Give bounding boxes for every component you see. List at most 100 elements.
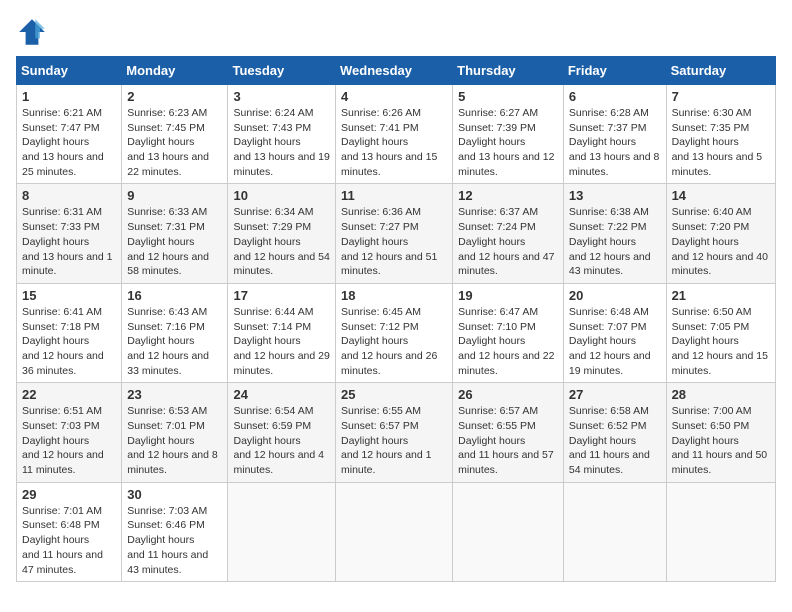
calendar-cell: 4 Sunrise: 6:26 AM Sunset: 7:41 PM Dayli… [336,85,453,184]
calendar-cell: 1 Sunrise: 6:21 AM Sunset: 7:47 PM Dayli… [17,85,122,184]
day-info: Sunrise: 6:40 AM Sunset: 7:20 PM Dayligh… [672,205,770,278]
day-number: 22 [22,387,116,402]
day-number: 29 [22,487,116,502]
calendar-cell: 9 Sunrise: 6:33 AM Sunset: 7:31 PM Dayli… [122,184,228,283]
logo-icon [16,16,48,48]
day-info: Sunrise: 6:45 AM Sunset: 7:12 PM Dayligh… [341,305,447,378]
calendar-cell: 13 Sunrise: 6:38 AM Sunset: 7:22 PM Dayl… [563,184,666,283]
dow-friday: Friday [563,57,666,85]
day-info: Sunrise: 6:33 AM Sunset: 7:31 PM Dayligh… [127,205,222,278]
week-row-1: 1 Sunrise: 6:21 AM Sunset: 7:47 PM Dayli… [17,85,776,184]
day-number: 1 [22,89,116,104]
calendar-cell: 19 Sunrise: 6:47 AM Sunset: 7:10 PM Dayl… [453,283,564,382]
calendar-cell: 24 Sunrise: 6:54 AM Sunset: 6:59 PM Dayl… [228,383,336,482]
calendar-cell: 26 Sunrise: 6:57 AM Sunset: 6:55 PM Dayl… [453,383,564,482]
calendar-cell: 27 Sunrise: 6:58 AM Sunset: 6:52 PM Dayl… [563,383,666,482]
page-header [16,16,776,48]
day-info: Sunrise: 6:28 AM Sunset: 7:37 PM Dayligh… [569,106,661,179]
day-info: Sunrise: 6:31 AM Sunset: 7:33 PM Dayligh… [22,205,116,278]
day-number: 20 [569,288,661,303]
day-number: 25 [341,387,447,402]
calendar-cell: 25 Sunrise: 6:55 AM Sunset: 6:57 PM Dayl… [336,383,453,482]
dow-wednesday: Wednesday [336,57,453,85]
day-number: 10 [233,188,330,203]
day-number: 4 [341,89,447,104]
calendar-cell [453,482,564,581]
day-info: Sunrise: 6:51 AM Sunset: 7:03 PM Dayligh… [22,404,116,477]
day-number: 6 [569,89,661,104]
day-number: 27 [569,387,661,402]
calendar-cell: 15 Sunrise: 6:41 AM Sunset: 7:18 PM Dayl… [17,283,122,382]
week-row-5: 29 Sunrise: 7:01 AM Sunset: 6:48 PM Dayl… [17,482,776,581]
day-number: 13 [569,188,661,203]
day-info: Sunrise: 6:21 AM Sunset: 7:47 PM Dayligh… [22,106,116,179]
day-number: 26 [458,387,558,402]
day-number: 9 [127,188,222,203]
calendar-cell: 5 Sunrise: 6:27 AM Sunset: 7:39 PM Dayli… [453,85,564,184]
day-info: Sunrise: 6:44 AM Sunset: 7:14 PM Dayligh… [233,305,330,378]
calendar-cell: 18 Sunrise: 6:45 AM Sunset: 7:12 PM Dayl… [336,283,453,382]
dow-sunday: Sunday [17,57,122,85]
calendar-cell: 2 Sunrise: 6:23 AM Sunset: 7:45 PM Dayli… [122,85,228,184]
calendar-cell: 7 Sunrise: 6:30 AM Sunset: 7:35 PM Dayli… [666,85,775,184]
day-number: 18 [341,288,447,303]
calendar-cell: 29 Sunrise: 7:01 AM Sunset: 6:48 PM Dayl… [17,482,122,581]
day-info: Sunrise: 6:58 AM Sunset: 6:52 PM Dayligh… [569,404,661,477]
calendar-cell: 20 Sunrise: 6:48 AM Sunset: 7:07 PM Dayl… [563,283,666,382]
day-number: 21 [672,288,770,303]
calendar-cell [228,482,336,581]
day-number: 14 [672,188,770,203]
calendar-cell: 22 Sunrise: 6:51 AM Sunset: 7:03 PM Dayl… [17,383,122,482]
day-number: 16 [127,288,222,303]
day-info: Sunrise: 6:43 AM Sunset: 7:16 PM Dayligh… [127,305,222,378]
day-info: Sunrise: 6:41 AM Sunset: 7:18 PM Dayligh… [22,305,116,378]
dow-tuesday: Tuesday [228,57,336,85]
calendar-table: SundayMondayTuesdayWednesdayThursdayFrid… [16,56,776,582]
day-number: 8 [22,188,116,203]
week-row-4: 22 Sunrise: 6:51 AM Sunset: 7:03 PM Dayl… [17,383,776,482]
calendar-cell: 11 Sunrise: 6:36 AM Sunset: 7:27 PM Dayl… [336,184,453,283]
calendar-cell [563,482,666,581]
days-of-week-header: SundayMondayTuesdayWednesdayThursdayFrid… [17,57,776,85]
calendar-cell: 10 Sunrise: 6:34 AM Sunset: 7:29 PM Dayl… [228,184,336,283]
calendar-body: 1 Sunrise: 6:21 AM Sunset: 7:47 PM Dayli… [17,85,776,582]
day-number: 2 [127,89,222,104]
day-number: 7 [672,89,770,104]
day-info: Sunrise: 6:36 AM Sunset: 7:27 PM Dayligh… [341,205,447,278]
day-number: 11 [341,188,447,203]
calendar-cell: 30 Sunrise: 7:03 AM Sunset: 6:46 PM Dayl… [122,482,228,581]
day-info: Sunrise: 6:50 AM Sunset: 7:05 PM Dayligh… [672,305,770,378]
day-info: Sunrise: 6:53 AM Sunset: 7:01 PM Dayligh… [127,404,222,477]
day-number: 12 [458,188,558,203]
day-number: 28 [672,387,770,402]
day-number: 3 [233,89,330,104]
day-info: Sunrise: 6:48 AM Sunset: 7:07 PM Dayligh… [569,305,661,378]
day-info: Sunrise: 6:38 AM Sunset: 7:22 PM Dayligh… [569,205,661,278]
day-number: 19 [458,288,558,303]
day-info: Sunrise: 6:37 AM Sunset: 7:24 PM Dayligh… [458,205,558,278]
day-info: Sunrise: 6:57 AM Sunset: 6:55 PM Dayligh… [458,404,558,477]
day-number: 30 [127,487,222,502]
day-info: Sunrise: 7:00 AM Sunset: 6:50 PM Dayligh… [672,404,770,477]
day-info: Sunrise: 6:30 AM Sunset: 7:35 PM Dayligh… [672,106,770,179]
dow-thursday: Thursday [453,57,564,85]
day-info: Sunrise: 6:34 AM Sunset: 7:29 PM Dayligh… [233,205,330,278]
day-number: 23 [127,387,222,402]
day-info: Sunrise: 6:55 AM Sunset: 6:57 PM Dayligh… [341,404,447,477]
day-number: 5 [458,89,558,104]
calendar-cell: 21 Sunrise: 6:50 AM Sunset: 7:05 PM Dayl… [666,283,775,382]
day-number: 15 [22,288,116,303]
week-row-3: 15 Sunrise: 6:41 AM Sunset: 7:18 PM Dayl… [17,283,776,382]
calendar-cell: 23 Sunrise: 6:53 AM Sunset: 7:01 PM Dayl… [122,383,228,482]
calendar-cell: 17 Sunrise: 6:44 AM Sunset: 7:14 PM Dayl… [228,283,336,382]
calendar-cell: 28 Sunrise: 7:00 AM Sunset: 6:50 PM Dayl… [666,383,775,482]
calendar-cell: 6 Sunrise: 6:28 AM Sunset: 7:37 PM Dayli… [563,85,666,184]
day-info: Sunrise: 7:03 AM Sunset: 6:46 PM Dayligh… [127,504,222,577]
calendar-cell: 8 Sunrise: 6:31 AM Sunset: 7:33 PM Dayli… [17,184,122,283]
logo [16,16,52,48]
calendar-cell: 12 Sunrise: 6:37 AM Sunset: 7:24 PM Dayl… [453,184,564,283]
week-row-2: 8 Sunrise: 6:31 AM Sunset: 7:33 PM Dayli… [17,184,776,283]
calendar-cell: 14 Sunrise: 6:40 AM Sunset: 7:20 PM Dayl… [666,184,775,283]
dow-saturday: Saturday [666,57,775,85]
day-number: 17 [233,288,330,303]
